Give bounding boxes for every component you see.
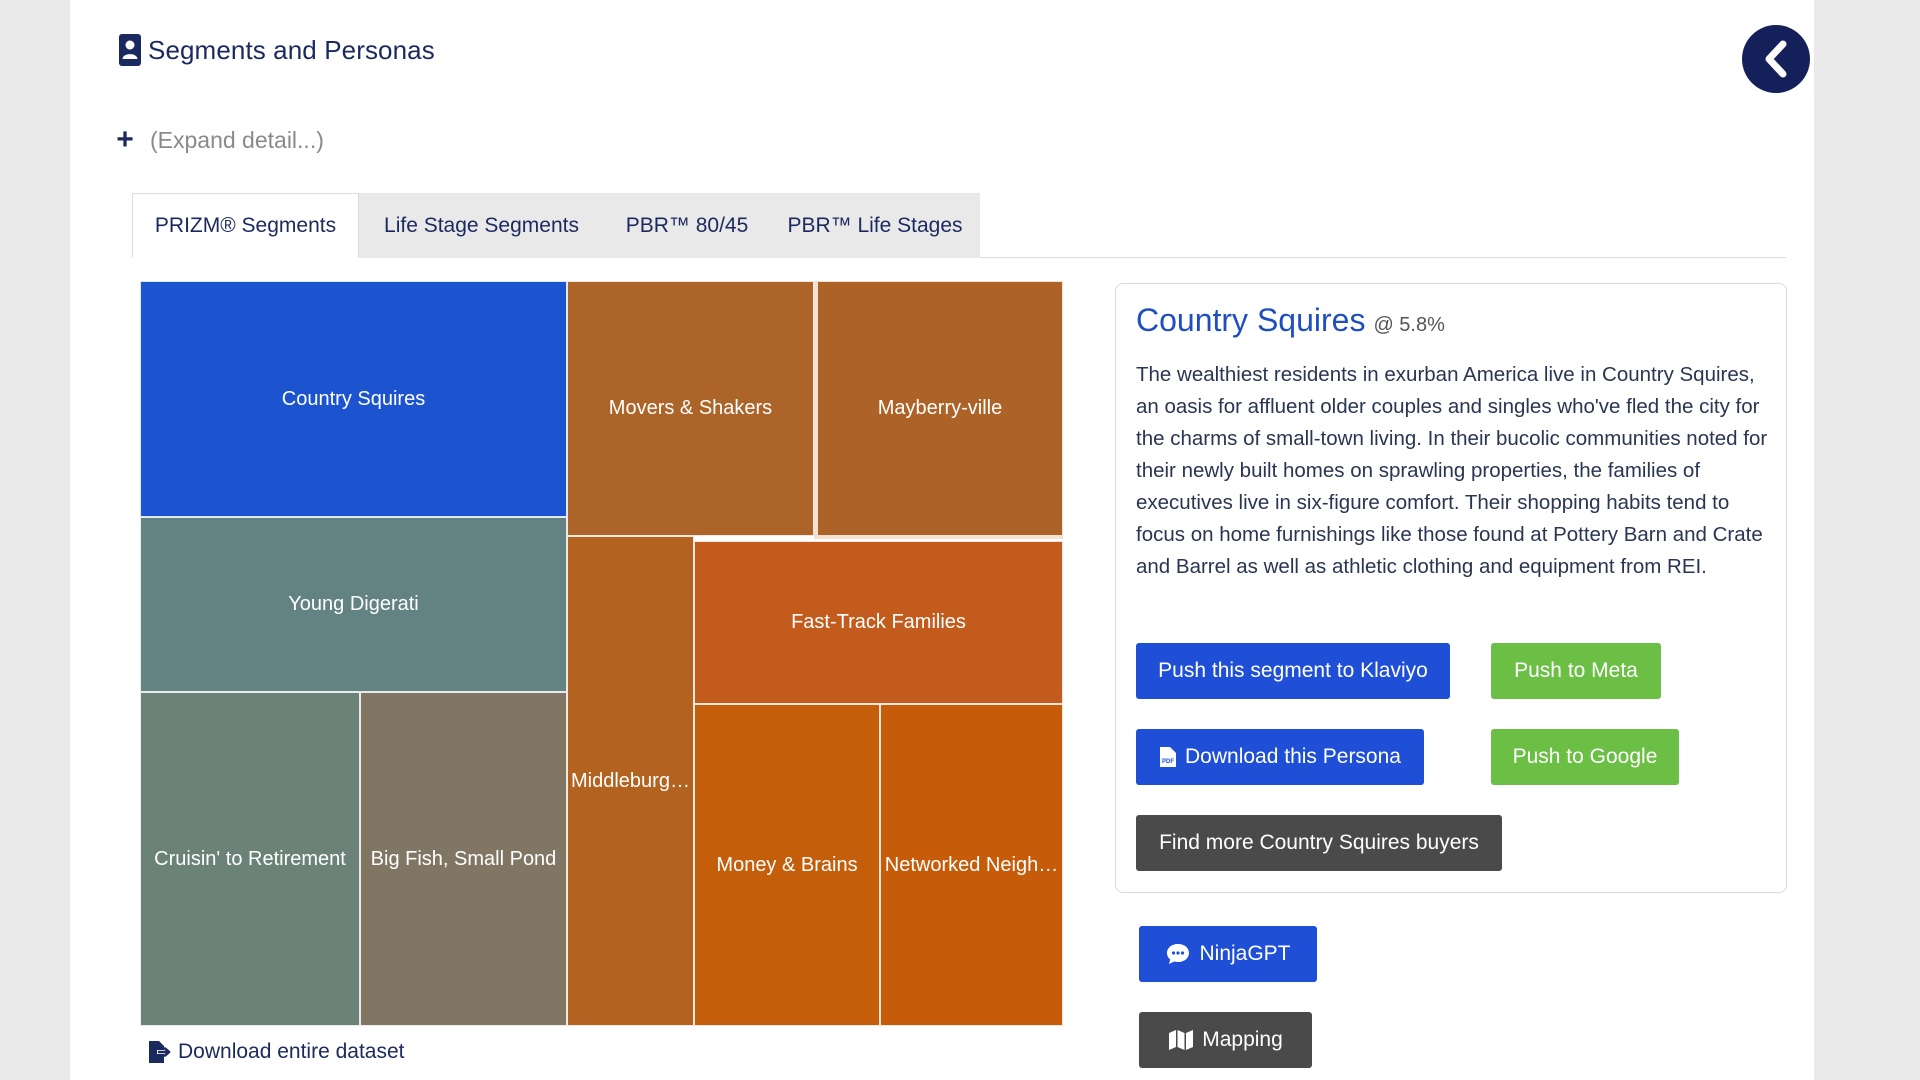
tab-label: Life Stage Segments xyxy=(384,213,579,237)
treemap-cell-label: Networked Neigh… xyxy=(884,853,1059,876)
segment-treemap: Country Squires Movers & Shakers Mayberr… xyxy=(140,281,1063,1026)
expand-detail-label: (Expand detail...) xyxy=(150,126,324,153)
file-pdf-icon: PDF xyxy=(1160,747,1177,767)
treemap-cell-country-squires[interactable]: Country Squires xyxy=(140,281,567,517)
map-icon xyxy=(1169,1030,1194,1050)
segment-tabs: PRIZM® Segments Life Stage Segments PBR™… xyxy=(132,193,1786,258)
button-label: Push this segment to Klaviyo xyxy=(1158,659,1428,682)
treemap-cell-movers-shakers[interactable]: Movers & Shakers xyxy=(567,281,814,536)
button-label: Push to Google xyxy=(1512,745,1658,768)
button-label: Push to Meta xyxy=(1514,659,1638,682)
treemap-cell-label: Fast-Track Families xyxy=(791,611,966,633)
tab-label: PRIZM® Segments xyxy=(154,213,337,237)
treemap-cell-middleburg[interactable]: Middleburg… xyxy=(567,536,694,1026)
download-dataset-label: Download entire dataset xyxy=(178,1040,405,1063)
tab-prizm-segments[interactable]: PRIZM® Segments xyxy=(132,193,359,258)
download-dataset-link[interactable]: Download entire dataset xyxy=(146,1037,404,1067)
chevron-left-icon xyxy=(1765,40,1787,78)
chat-bubble-icon xyxy=(1167,944,1190,964)
expand-detail-toggle[interactable]: + (Expand detail...) xyxy=(114,124,324,156)
segment-percent: @ 5.8% xyxy=(1373,314,1445,336)
page-header: Segments and Personas xyxy=(118,30,435,70)
treemap-cell-networked-neighbors[interactable]: Networked Neigh… xyxy=(880,704,1063,1026)
treemap-cell-label: Young Digerati xyxy=(288,593,419,615)
svg-text:PDF: PDF xyxy=(1162,759,1174,765)
button-label: Mapping xyxy=(1202,1028,1283,1051)
id-badge-icon xyxy=(119,34,141,66)
treemap-cell-label: Movers & Shakers xyxy=(608,397,773,419)
button-label: Find more Country Squires buyers xyxy=(1159,831,1479,854)
tab-pbr-80-45[interactable]: PBR™ 80/45 xyxy=(604,193,770,258)
button-label: Download this Persona xyxy=(1185,745,1401,768)
treemap-cell-mayberry-ville[interactable]: Mayberry-ville xyxy=(814,281,1063,539)
treemap-cell-young-digerati[interactable]: Young Digerati xyxy=(140,517,567,692)
find-more-buyers-button[interactable]: Find more Country Squires buyers xyxy=(1136,815,1502,871)
ninjagpt-button[interactable]: NinjaGPT xyxy=(1139,926,1317,982)
treemap-cell-label: Money & Brains xyxy=(716,853,858,876)
download-persona-button[interactable]: PDF Download this Persona xyxy=(1136,729,1424,785)
file-export-icon xyxy=(149,1041,171,1063)
segment-detail-card: Country Squires @ 5.8% The wealthiest re… xyxy=(1115,283,1787,893)
push-meta-button[interactable]: Push to Meta xyxy=(1491,643,1661,699)
treemap-cell-label: Big Fish, Small Pond xyxy=(370,847,557,870)
treemap-cell-label: Cruisin' to Retirement xyxy=(154,847,346,870)
page-title: Segments and Personas xyxy=(148,34,435,65)
mapping-button[interactable]: Mapping xyxy=(1139,1012,1312,1068)
segment-detail-header: Country Squires @ 5.8% xyxy=(1136,302,1445,339)
tab-label: PBR™ Life Stages xyxy=(787,213,963,237)
treemap-cell-label: Middleburg… xyxy=(571,769,690,792)
button-label: NinjaGPT xyxy=(1199,942,1291,965)
treemap-cell-money-brains[interactable]: Money & Brains xyxy=(694,704,880,1026)
push-google-button[interactable]: Push to Google xyxy=(1491,729,1679,785)
treemap-cell-label: Mayberry-ville xyxy=(877,397,1003,419)
treemap-cell-cruisin-to-retirement[interactable]: Cruisin' to Retirement xyxy=(140,692,360,1026)
push-klaviyo-button[interactable]: Push this segment to Klaviyo xyxy=(1136,643,1450,699)
plus-icon: + xyxy=(116,123,134,156)
treemap-cell-fast-track-families[interactable]: Fast-Track Families xyxy=(694,541,1063,704)
segment-description: The wealthiest residents in exurban Amer… xyxy=(1136,363,1768,578)
tab-life-stage-segments[interactable]: Life Stage Segments xyxy=(359,193,604,258)
treemap-cell-label: Country Squires xyxy=(281,387,426,410)
segment-title: Country Squires xyxy=(1136,302,1366,338)
back-button[interactable] xyxy=(1742,25,1810,93)
treemap-cell-big-fish-small-pond[interactable]: Big Fish, Small Pond xyxy=(360,692,567,1026)
tab-label: PBR™ 80/45 xyxy=(625,213,749,237)
tab-pbr-life-stages[interactable]: PBR™ Life Stages xyxy=(770,193,980,258)
